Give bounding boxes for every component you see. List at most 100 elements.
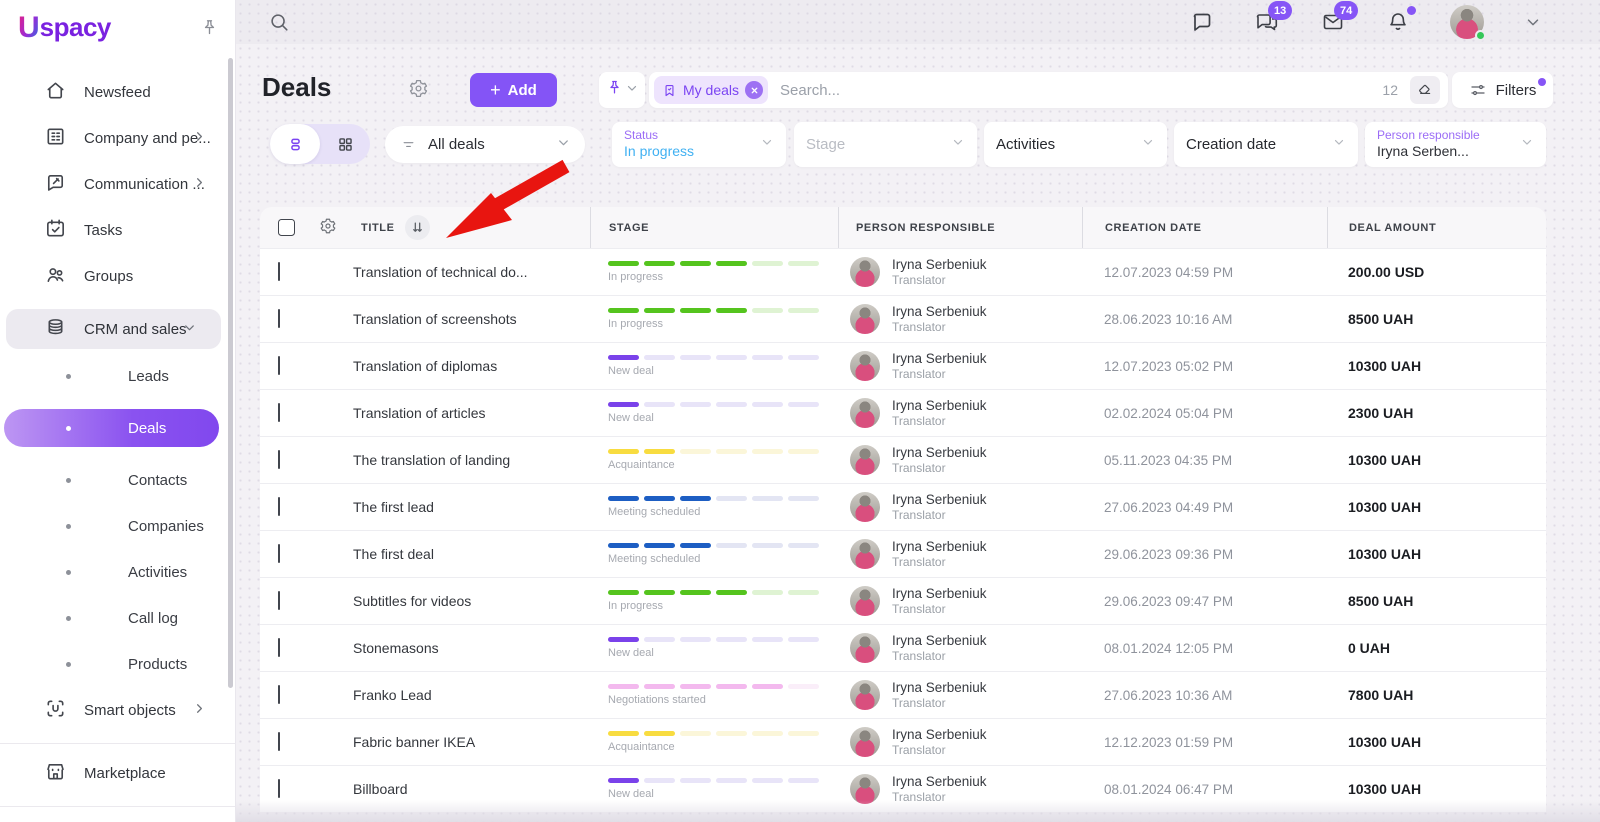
column-date[interactable]: CREATION DATE — [1105, 222, 1202, 234]
table-row[interactable]: Translation of diplomas New deal Iryna S… — [260, 342, 1546, 389]
deal-title[interactable]: Stonemasons — [308, 640, 590, 656]
row-checkbox[interactable] — [278, 779, 280, 798]
sidebar-item-contacts[interactable]: Contacts — [0, 467, 235, 493]
chevron-right-icon — [192, 701, 207, 720]
deal-title[interactable]: Fabric banner IKEA — [308, 734, 590, 750]
search-bar[interactable]: My deals 12 — [649, 72, 1448, 108]
column-amount[interactable]: DEAL AMOUNT — [1349, 222, 1436, 234]
column-title[interactable]: TITLE — [361, 222, 395, 234]
sidebar-item-newsfeed[interactable]: Newsfeed — [0, 79, 235, 106]
table-row[interactable]: The first deal Meeting scheduled Iryna S… — [260, 530, 1546, 577]
table-row[interactable]: Stonemasons New deal Iryna Serbeniuk Tra… — [260, 624, 1546, 671]
feedback-chat-icon[interactable] — [1190, 10, 1214, 34]
notifications-bell-icon[interactable] — [1386, 10, 1410, 34]
row-checkbox[interactable] — [278, 403, 280, 422]
sort-icon[interactable] — [405, 215, 430, 240]
deal-title[interactable]: The translation of landing — [308, 452, 590, 468]
sidebar-item-tasks[interactable]: Tasks — [0, 217, 235, 244]
row-checkbox[interactable] — [278, 309, 280, 328]
page-settings-gear-icon[interactable] — [408, 78, 429, 99]
grid-view-icon — [336, 135, 355, 154]
stage-bars — [608, 684, 838, 689]
deal-title[interactable]: Billboard — [308, 781, 590, 797]
deal-title[interactable]: Translation of articles — [308, 405, 590, 421]
table-row[interactable]: Billboard New deal Iryna Serbeniuk Trans… — [260, 765, 1546, 812]
filter-activities[interactable]: Activities — [984, 122, 1167, 167]
logo[interactable]: Uspacy — [0, 0, 235, 53]
table-row[interactable]: Fabric banner IKEA Acquaintance Iryna Se… — [260, 718, 1546, 765]
sidebar-item-marketplace[interactable]: Marketplace — [0, 760, 235, 787]
all-deals-dropdown[interactable]: All deals — [385, 126, 585, 163]
sidebar-item-smart-objects[interactable]: Smart objects — [0, 697, 235, 724]
row-checkbox[interactable] — [278, 591, 280, 610]
sidebar-item-communication[interactable]: Communication ... — [0, 171, 235, 198]
kanban-view-button[interactable] — [320, 124, 370, 164]
global-search-icon[interactable] — [268, 11, 290, 33]
deal-title[interactable]: Translation of diplomas — [308, 358, 590, 374]
sliders-icon — [1469, 81, 1487, 99]
sidebar-item-call-log[interactable]: Call log — [0, 605, 235, 631]
stage-cell: New deal — [590, 778, 838, 800]
sidebar-pin-icon[interactable] — [200, 18, 219, 37]
table-header: TITLE STAGE PERSON RESPONSIBLE CREATION … — [260, 207, 1546, 248]
select-all-checkbox[interactable] — [278, 219, 295, 236]
filter-placeholder: Stage — [806, 136, 845, 153]
sidebar-item-activities[interactable]: Activities — [0, 559, 235, 585]
result-count: 12 — [1382, 82, 1398, 98]
list-view-button[interactable] — [270, 124, 320, 164]
row-checkbox[interactable] — [278, 544, 280, 563]
row-checkbox[interactable] — [278, 732, 280, 751]
sidebar-item-company[interactable]: Company and pe... — [0, 125, 235, 152]
stage-bars — [608, 543, 838, 548]
deal-title[interactable]: The first deal — [308, 546, 590, 562]
row-checkbox[interactable] — [278, 356, 280, 375]
my-deals-chip[interactable]: My deals — [654, 76, 768, 104]
row-checkbox[interactable] — [278, 685, 280, 704]
row-checkbox[interactable] — [278, 450, 280, 469]
sidebar-item-groups[interactable]: Groups — [0, 263, 235, 290]
column-person[interactable]: PERSON RESPONSIBLE — [856, 222, 995, 234]
sidebar-item-leads[interactable]: Leads — [0, 363, 235, 389]
table-row[interactable]: Franko Lead Negotiations started Iryna S… — [260, 671, 1546, 718]
person-cell: Iryna Serbeniuk Translator — [838, 492, 1082, 523]
user-avatar[interactable] — [1450, 5, 1484, 39]
filter-creation-date[interactable]: Creation date — [1174, 122, 1358, 167]
row-checkbox[interactable] — [278, 497, 280, 516]
table-row[interactable]: The translation of landing Acquaintance … — [260, 436, 1546, 483]
deal-title[interactable]: The first lead — [308, 499, 590, 515]
row-checkbox[interactable] — [278, 262, 280, 281]
messenger-icon[interactable]: 13 — [1254, 10, 1280, 34]
table-row[interactable]: Translation of screenshots In progress I… — [260, 295, 1546, 342]
deal-title[interactable]: Translation of screenshots — [308, 311, 590, 327]
deal-title[interactable]: Translation of technical do... — [308, 264, 590, 280]
stage-label: Meeting scheduled — [608, 506, 838, 518]
filter-stage[interactable]: Stage — [794, 122, 977, 167]
table-row[interactable]: Subtitles for videos In progress Iryna S… — [260, 577, 1546, 624]
table-row[interactable]: Translation of articles New deal Iryna S… — [260, 389, 1546, 436]
add-button[interactable]: + Add — [470, 73, 557, 107]
sidebar-item-crm[interactable]: CRM and sales — [6, 309, 221, 349]
sidebar-item-companies[interactable]: Companies — [0, 513, 235, 539]
deal-amount: 2300 UAH — [1327, 405, 1546, 421]
table-row[interactable]: Translation of technical do... In progre… — [260, 248, 1546, 295]
pinned-filters-dropdown[interactable] — [599, 72, 645, 108]
deal-title[interactable]: Subtitles for videos — [308, 593, 590, 609]
table-row[interactable]: The first lead Meeting scheduled Iryna S… — [260, 483, 1546, 530]
profile-chevron-icon[interactable] — [1524, 13, 1542, 31]
filter-person-responsible[interactable]: Person responsible Iryna Serben... — [1365, 122, 1546, 167]
deal-title[interactable]: Franko Lead — [308, 687, 590, 703]
columns-gear-icon[interactable] — [319, 217, 337, 238]
chip-close-icon[interactable] — [745, 81, 763, 99]
person-avatar — [850, 539, 880, 569]
filters-button[interactable]: Filters — [1452, 72, 1553, 108]
mail-icon[interactable]: 74 — [1320, 10, 1346, 34]
search-input[interactable] — [780, 82, 1382, 99]
sidebar-item-products[interactable]: Products — [0, 651, 235, 677]
row-checkbox[interactable] — [278, 638, 280, 657]
filter-status[interactable]: Status In progress — [612, 122, 786, 167]
sidebar-item-deals[interactable]: Deals — [4, 409, 219, 447]
sidebar-scrollbar[interactable] — [228, 58, 233, 688]
column-stage[interactable]: STAGE — [609, 222, 649, 234]
person-name: Iryna Serbeniuk — [892, 586, 987, 603]
clear-search-button[interactable] — [1410, 76, 1440, 104]
